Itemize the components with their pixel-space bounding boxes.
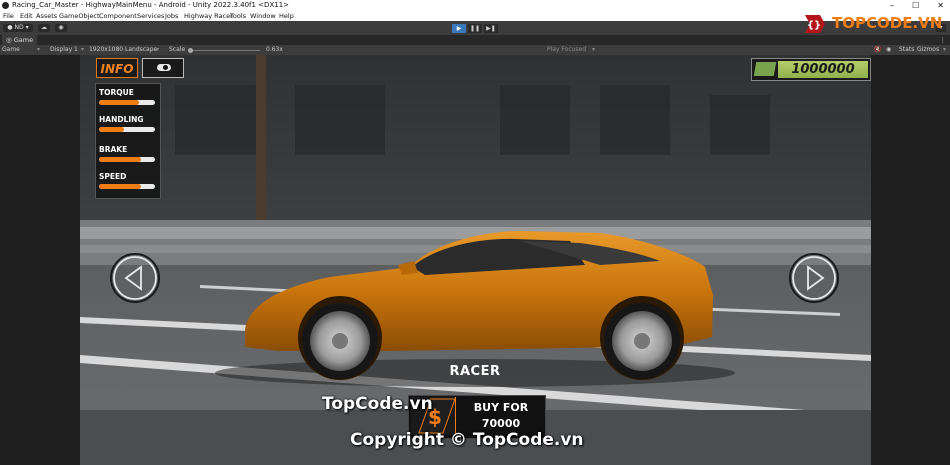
view-select[interactable]: Game — [2, 45, 20, 55]
window-title: Racing_Car_Master - HighwayMainMenu - An… — [12, 1, 290, 9]
menu-edit[interactable]: Edit — [20, 11, 33, 21]
view-select-caret-icon[interactable]: ▾ — [37, 45, 40, 55]
gizmos-toggle[interactable]: Gizmos — [917, 45, 939, 55]
gizmos-caret-icon[interactable]: ▾ — [943, 45, 946, 55]
stat-bar-brake — [99, 157, 155, 162]
menu-file[interactable]: File — [3, 11, 14, 21]
services-icon[interactable]: ◉ — [55, 24, 67, 32]
arrow-left-icon — [113, 256, 157, 300]
cash-value: 1000000 — [778, 61, 868, 78]
buy-label: BUY FOR 70000 — [461, 400, 541, 432]
mute-audio-icon[interactable]: 🔇 — [874, 45, 881, 55]
stat-fill-handling — [99, 127, 125, 132]
car-stats-panel: TORQUE HANDLING BRAKE SPEED — [95, 83, 161, 199]
scale-label: Scale — [169, 46, 186, 53]
close-button[interactable]: ✕ — [937, 0, 944, 11]
menu-highway-racer[interactable]: Highway Racer — [184, 11, 233, 21]
stat-label-brake: BRAKE — [99, 145, 128, 154]
unity-logo-icon — [2, 2, 9, 9]
tab-game[interactable]: ◎ Game — [2, 35, 38, 45]
scale-value: 0.63x — [266, 46, 283, 53]
camera-button[interactable] — [142, 58, 184, 78]
watermark-center: TopCode.vn — [322, 394, 433, 414]
info-button[interactable]: INFO — [96, 58, 138, 78]
topcode-logo-text: TOPCODE.VN — [832, 14, 943, 32]
stat-fill-speed — [99, 184, 141, 189]
viewport-letterbox-left — [0, 55, 80, 465]
resolution-caret-icon[interactable]: ▾ — [156, 45, 159, 55]
pause-button[interactable]: ❚❚ — [468, 24, 482, 33]
viewport-letterbox-right — [871, 55, 950, 465]
menu-component[interactable]: Component — [99, 11, 137, 21]
topcode-logo: {} TOPCODE.VN — [802, 12, 950, 38]
cloud-icon[interactable]: ☁ — [38, 24, 50, 32]
stat-label-handling: HANDLING — [99, 115, 144, 124]
stat-bar-speed — [99, 184, 155, 189]
stat-fill-brake — [99, 157, 141, 162]
play-mode-select[interactable]: Play Focused — [547, 45, 586, 55]
play-controls: ▶ ❚❚ ▶❚ — [452, 24, 498, 33]
stats-toggle[interactable]: Stats — [899, 45, 914, 55]
watermark-copyright: Copyright © TopCode.vn — [350, 430, 584, 450]
menu-jobs[interactable]: Jobs — [165, 11, 178, 21]
display-caret-icon[interactable]: ▾ — [81, 45, 84, 55]
menu-assets[interactable]: Assets — [36, 11, 57, 21]
stat-label-speed: SPEED — [99, 172, 127, 181]
game-view-toolbar: Game ▾ Display 1 ▾ 1920x1080 Landscape ▾… — [0, 45, 950, 55]
resolution-select[interactable]: 1920x1080 Landscape — [89, 45, 157, 55]
stat-bar-handling — [99, 127, 155, 132]
menu-help[interactable]: Help — [279, 11, 294, 21]
window-titlebar: Racing_Car_Master - HighwayMainMenu - An… — [0, 0, 950, 11]
account-dropdown[interactable]: ● ND ▾ — [3, 24, 33, 32]
stat-fill-torque — [99, 100, 140, 105]
money-icon — [753, 62, 777, 76]
svg-text:{}: {} — [807, 20, 821, 31]
car-name-label: RACER — [449, 364, 501, 379]
topcode-logo-icon: {} — [805, 15, 825, 33]
previous-car-button[interactable] — [110, 253, 160, 303]
stat-bar-torque — [99, 100, 155, 105]
buy-label-line1: BUY FOR — [473, 401, 529, 414]
arrow-right-icon — [792, 256, 836, 300]
play-button[interactable]: ▶ — [452, 24, 466, 33]
menu-window[interactable]: Window — [250, 11, 276, 21]
scale-slider[interactable] — [192, 49, 260, 51]
next-car-button[interactable] — [789, 253, 839, 303]
game-viewport[interactable]: INFO TORQUE HANDLING BRAKE SPEED 1000000… — [80, 55, 871, 465]
cash-display: 1000000 — [751, 58, 871, 81]
scale-slider-handle[interactable] — [188, 47, 193, 53]
menu-tools[interactable]: Tools — [230, 11, 246, 21]
camera-lens-icon — [163, 65, 168, 70]
maximize-button[interactable]: ☐ — [912, 0, 919, 11]
menu-gameobject[interactable]: GameObject — [59, 11, 100, 21]
visibility-icon[interactable]: ◉ — [886, 45, 891, 55]
play-mode-caret-icon[interactable]: ▾ — [592, 45, 595, 55]
menu-services[interactable]: Services — [137, 11, 164, 21]
stat-label-torque: TORQUE — [99, 88, 134, 97]
display-select[interactable]: Display 1 — [50, 45, 78, 55]
minimize-button[interactable]: – — [890, 0, 894, 11]
step-button[interactable]: ▶❚ — [484, 24, 498, 33]
